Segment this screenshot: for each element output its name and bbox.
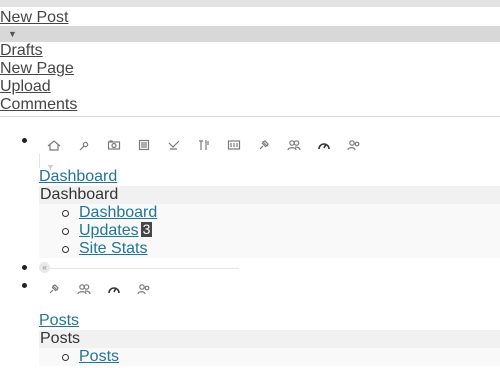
menu-icon-row [45, 138, 375, 152]
dashboard-menu-heading: Dashboard [39, 186, 500, 204]
submenu-item: Updates 3 [39, 222, 500, 240]
users-icon[interactable] [75, 282, 93, 296]
menu-separator [39, 154, 40, 168]
favorites-toggle[interactable]: ▼ [0, 26, 500, 42]
triangle-down-icon[interactable]: ▼ [8, 29, 17, 39]
dashboard-submenu: Dashboard Updates 3 Site Stats [39, 204, 500, 258]
menu-bullet [22, 283, 27, 288]
top-strip [0, 0, 500, 7]
comments-icon[interactable] [165, 138, 183, 152]
submenu-item: Dashboard [39, 204, 500, 222]
users-group-icon[interactable] [345, 138, 363, 152]
pushpin-icon[interactable] [45, 282, 63, 296]
dashboard-menu-link[interactable]: Dashboard [39, 168, 117, 186]
users-group-icon[interactable] [135, 282, 153, 296]
pushpin-icon[interactable] [255, 138, 273, 152]
posts-menu-link[interactable]: Posts [39, 312, 79, 330]
site-stats-link[interactable]: Site Stats [79, 240, 147, 257]
favorites-item: New Page [0, 60, 77, 78]
menu-bullet [22, 265, 27, 270]
settings-icon[interactable] [225, 138, 243, 152]
posts-submenu: Posts [39, 348, 500, 366]
collapse-divider [39, 268, 239, 269]
dashboard-home-link[interactable]: Dashboard [79, 204, 157, 221]
favorites-item: Upload [0, 78, 77, 96]
comments-link[interactable]: Comments [0, 96, 77, 113]
all-posts-link[interactable]: Posts [79, 348, 119, 365]
pages-icon[interactable] [135, 138, 153, 152]
posts-heading-text: Posts [40, 330, 81, 347]
submenu-item: Site Stats [39, 240, 500, 258]
gauge-icon[interactable] [105, 282, 123, 296]
favorite-actions: New Post ▼ Drafts New Page Upload Commen… [0, 7, 500, 117]
favorites-list: Drafts New Page Upload Comments [0, 42, 77, 114]
dashboard-heading-text: Dashboard [40, 186, 119, 203]
pin-icon[interactable] [75, 138, 93, 152]
tools-icon[interactable] [195, 138, 213, 152]
home-icon[interactable] [45, 138, 63, 152]
media-icon[interactable] [105, 138, 123, 152]
collapse-menu-icon[interactable]: « [39, 262, 50, 273]
new-post-link[interactable]: New Post [0, 8, 68, 27]
gauge-icon[interactable] [315, 138, 333, 152]
users-icon[interactable] [285, 138, 303, 152]
updates-count-badge: 3 [140, 221, 153, 237]
favorites-item: Comments [0, 96, 77, 114]
updates-link[interactable]: Updates [79, 222, 139, 239]
menu-icon-row-2 [45, 282, 165, 296]
menu-bullet [22, 138, 27, 143]
posts-menu-heading: Posts [39, 330, 500, 348]
new-page-link[interactable]: New Page [0, 60, 74, 77]
favorites-item: Drafts [0, 42, 77, 60]
submenu-item: Posts [39, 348, 500, 366]
drafts-link[interactable]: Drafts [0, 42, 43, 59]
upload-link[interactable]: Upload [0, 78, 51, 95]
